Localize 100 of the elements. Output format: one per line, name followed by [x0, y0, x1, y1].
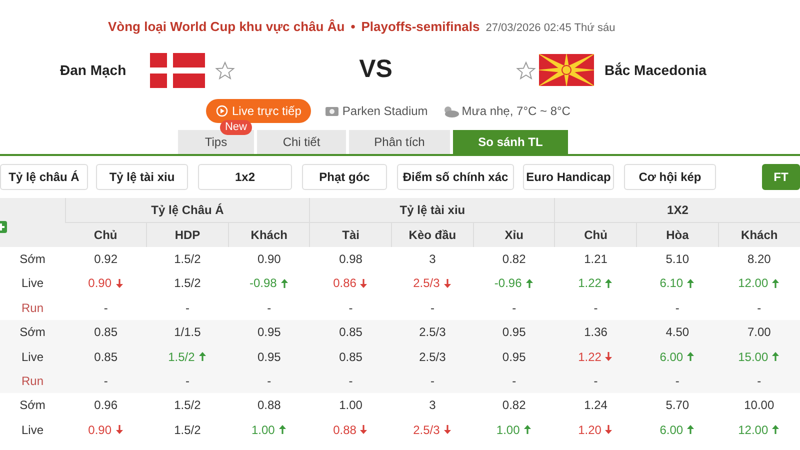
tab[interactable]: So sánh TL [453, 130, 568, 154]
filter-button[interactable]: Cơ hội kép [624, 164, 716, 190]
group-header: Tỷ lệ tài xiu [310, 198, 555, 222]
odds-value: 0.85 [339, 324, 362, 342]
vs-label: VS [359, 54, 392, 86]
odds-value: -0.96 [494, 275, 522, 292]
tab[interactable]: Tips [178, 130, 254, 154]
filter-button[interactable]: 1x2 [198, 164, 292, 190]
odds-value: - [104, 372, 108, 390]
row-label: Sớm [20, 398, 46, 412]
odds-value: 1.21 [584, 250, 608, 268]
odds-value: 1/1.5 [174, 324, 201, 342]
odds-value: 6.10 [660, 275, 684, 292]
odds-value: 0.85 [94, 348, 118, 366]
tab[interactable]: Phân tích [349, 130, 450, 154]
odds-value: - [512, 372, 516, 390]
stage-title[interactable]: Playoffs-semifinals [361, 17, 480, 36]
team-name[interactable]: Đan Mạch [60, 60, 126, 80]
odds-value: - [594, 300, 598, 317]
odds-value: - [104, 300, 108, 317]
period-button[interactable]: FT [762, 164, 800, 190]
odds-value: 2.5/3 [413, 422, 440, 439]
odds-value: - [348, 300, 353, 317]
odds-value: - [512, 300, 516, 317]
odds-value: 2.5/3 [419, 348, 446, 366]
play-icon [216, 105, 228, 117]
odds-value: 1.00 [339, 397, 362, 414]
odds-value: 12.00 [738, 275, 768, 292]
new-badge: New [220, 120, 252, 135]
odds-value: 1.22 [578, 348, 602, 366]
star-icon[interactable] [215, 60, 236, 80]
star-icon[interactable] [516, 60, 536, 80]
odds-value: 0.82 [502, 397, 526, 414]
odds-value: 1.22 [578, 275, 602, 292]
odds-value: 4.50 [666, 324, 690, 342]
odds-value: 2.5/3 [413, 275, 440, 292]
venue-name: Parken Stadium [342, 103, 428, 120]
separator: • [350, 18, 356, 36]
filter-button[interactable]: Điểm số chính xác [397, 164, 514, 190]
odds-value: 1.5/2 [174, 275, 201, 292]
competition-title[interactable]: Vòng loại World Cup khu vực châu Âu [108, 17, 345, 36]
odds-value: 6.00 [660, 422, 684, 439]
odds-value: 0.85 [94, 324, 118, 342]
odds-value: -0.98 [249, 275, 277, 292]
row-label: Run [21, 374, 44, 388]
odds-value: 5.10 [666, 250, 690, 268]
odds-value: - [267, 372, 272, 390]
column-header: Kèo đầu [392, 222, 474, 247]
filter-button[interactable]: Tỷ lệ tài xiu [96, 164, 188, 190]
filter-button[interactable]: Phạt góc [302, 164, 387, 190]
column-header: Tài [310, 222, 392, 247]
filter-button[interactable]: Euro Handicap [523, 164, 614, 190]
odds-value: 0.90 [257, 250, 281, 268]
odds-value: 0.95 [257, 324, 281, 342]
odds-value: - [675, 300, 680, 317]
odds-value: 1.5/2 [168, 348, 195, 366]
odds-value: 0.95 [502, 348, 526, 366]
odds-value: 1.00 [496, 422, 520, 439]
odds-value: 1.00 [251, 422, 275, 439]
match-datetime: 27/03/2026 02:45 Thứ sáu [486, 21, 616, 36]
odds-value: - [185, 300, 190, 317]
odds-value: 0.98 [339, 250, 362, 268]
odds-value: 1.24 [584, 397, 608, 414]
odds-value: - [430, 372, 434, 390]
column-header: HDP [146, 222, 228, 247]
odds-value: 1.20 [578, 422, 602, 439]
odds-value: 12.00 [738, 422, 768, 439]
odds-value: 1.5/2 [174, 250, 201, 268]
weather-icon [442, 104, 459, 118]
odds-value: 7.00 [747, 324, 771, 342]
odds-value: 1.5/2 [174, 422, 201, 439]
row-label: Live [21, 422, 44, 437]
team-name[interactable]: Bắc Macedonia [604, 60, 706, 80]
odds-value: 15.00 [738, 348, 768, 366]
odds-value: - [594, 372, 598, 390]
column-header: Chủ [65, 222, 147, 247]
odds-value: 0.95 [257, 348, 281, 366]
odds-value: 2.5/3 [419, 324, 446, 342]
odds-value: 0.86 [333, 275, 356, 292]
odds-value: 0.92 [94, 250, 118, 268]
filter-button[interactable]: Tỷ lệ châu Á [0, 164, 88, 190]
odds-value: - [348, 372, 353, 390]
tab[interactable]: Chi tiết [257, 130, 346, 154]
odds-value: 3 [429, 397, 436, 414]
odds-value: 0.96 [94, 397, 118, 414]
column-header: Chủ [554, 222, 637, 247]
odds-value: 8.20 [747, 250, 771, 268]
odds-value: - [675, 372, 680, 390]
odds-value: - [430, 300, 434, 317]
row-label: Live [21, 350, 44, 364]
column-header: Khách [228, 222, 310, 247]
column-header: Khách [718, 222, 800, 247]
row-label: Run [21, 300, 44, 315]
odds-value: 0.90 [88, 275, 112, 292]
odds-value: - [185, 372, 190, 390]
odds-value: 1.5/2 [174, 397, 201, 414]
odds-value: - [757, 300, 762, 317]
flag-icon [150, 52, 206, 88]
odds-value: 3 [429, 250, 436, 268]
odds-value: 0.95 [502, 324, 526, 342]
